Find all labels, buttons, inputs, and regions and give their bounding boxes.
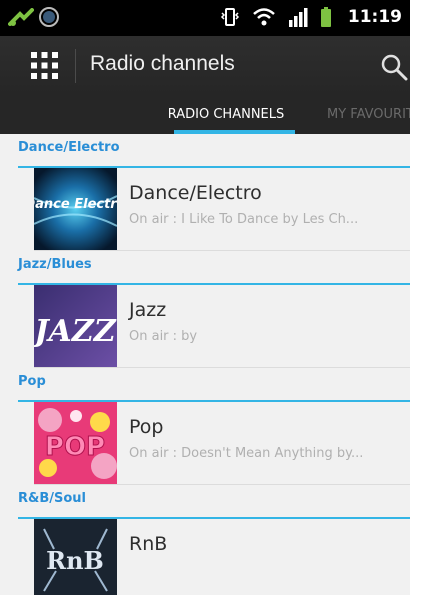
channel-thumbnail: RnB [34, 519, 117, 595]
jazz-thumbnail: JAZZ [34, 285, 117, 367]
clock-icon [39, 7, 59, 27]
section-label: R&B/Soul [18, 491, 87, 506]
status-time: 11:19 [347, 7, 402, 27]
section-header: Pop [18, 368, 410, 402]
section-label: Jazz/Blues [18, 257, 92, 272]
channel-on-air: On air : Doesn't Mean Anything by... [129, 446, 364, 461]
channel-row[interactable]: Dance Electro Dance/Electro On air : I L… [34, 168, 410, 251]
channel-on-air: On air : I Like To Dance by Les Ch... [129, 212, 359, 227]
channel-list: Dance/Electro Dance Electro [0, 134, 410, 595]
tab-radio-channels[interactable]: RADIO CHANNELS [141, 96, 311, 134]
dance-electro-thumbnail: Dance Electro [34, 168, 117, 250]
thumbnail-text: Dance Electro [34, 197, 117, 212]
search-icon[interactable] [380, 53, 408, 81]
vibrate-icon [220, 8, 239, 26]
signal-icon [288, 8, 308, 27]
tab-label: MY FAVOURITES [327, 107, 410, 122]
tab-bar: RADIO CHANNELS MY FAVOURITES [0, 96, 410, 134]
status-bar: 11:19 [0, 0, 410, 36]
section-header: Jazz/Blues [18, 251, 410, 285]
section-label: Dance/Electro [18, 140, 120, 155]
channel-on-air: On air : by [129, 329, 198, 344]
channel-name: Dance/Electro [129, 182, 262, 204]
channel-name: Pop [129, 416, 164, 438]
tab-label: RADIO CHANNELS [167, 107, 285, 122]
channel-name: Jazz [129, 299, 167, 321]
channel-row[interactable]: POP Pop On air : Doesn't Mean Anything b… [34, 402, 410, 485]
wifi-icon [253, 8, 275, 26]
channel-thumbnail: POP [34, 402, 117, 484]
channel-row[interactable]: RnB RnB [34, 519, 410, 595]
section-header: R&B/Soul [18, 485, 410, 519]
section-header: Dance/Electro [18, 134, 410, 168]
actionbar-divider [75, 49, 76, 83]
page-title: Radio channels [90, 52, 235, 75]
usb-debug-icon [8, 8, 34, 26]
rnb-thumbnail: RnB [34, 519, 117, 595]
tab-my-favourites[interactable]: MY FAVOURITES [327, 96, 410, 134]
channel-thumbnail: Dance Electro [34, 168, 117, 250]
app-screen: 11:19 Radio channels RADIO CHANNELS MY F… [0, 0, 410, 595]
app-grid-icon[interactable] [31, 52, 58, 79]
channel-row[interactable]: JAZZ Jazz On air : by [34, 285, 410, 368]
channel-thumbnail: JAZZ [34, 285, 117, 367]
status-icons: 11:19 [220, 6, 402, 28]
pop-thumbnail: POP [34, 402, 117, 484]
section-label: Pop [18, 374, 46, 389]
thumbnail-text: RnB [46, 546, 104, 575]
action-bar: Radio channels [0, 36, 410, 96]
thumbnail-text: POP [45, 432, 105, 462]
thumbnail-text: JAZZ [34, 314, 117, 349]
channel-name: RnB [129, 533, 168, 555]
battery-icon [320, 7, 331, 27]
